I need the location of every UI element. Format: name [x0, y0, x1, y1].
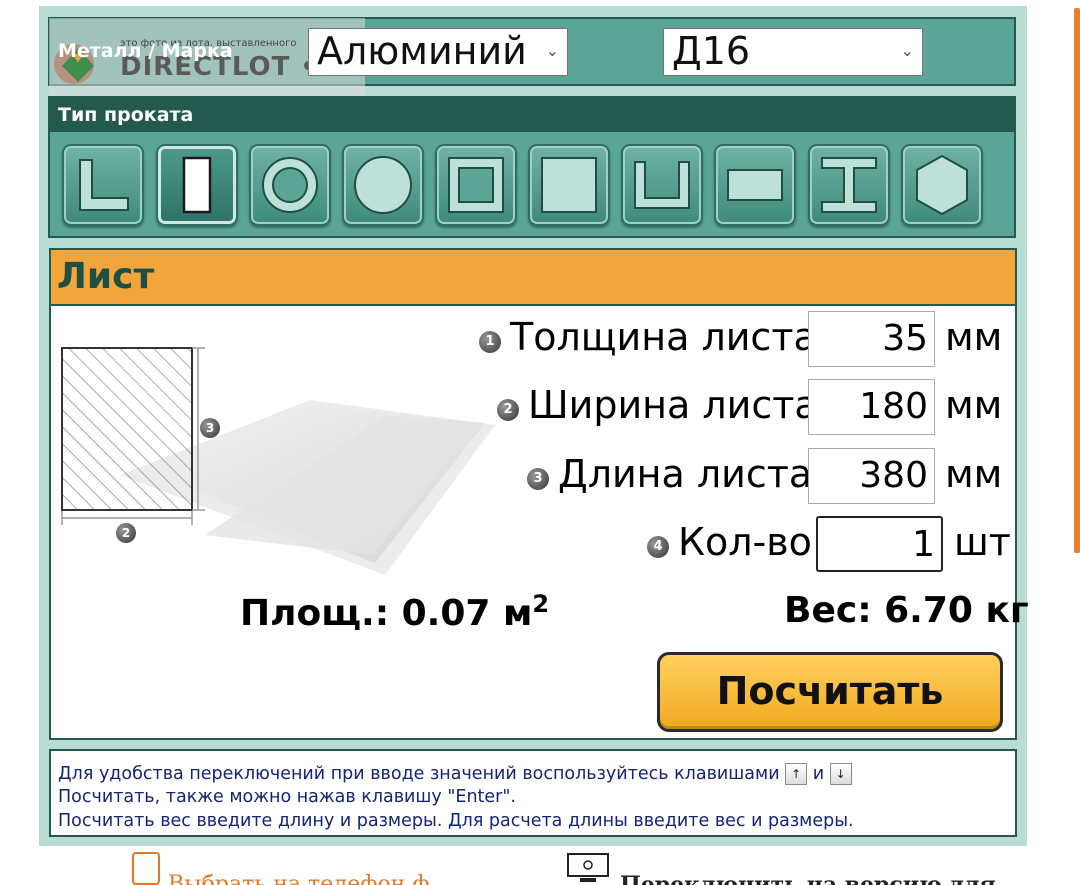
metal-select-value: Алюминий	[317, 29, 527, 73]
length-label: Длина листа	[558, 452, 813, 496]
length-input[interactable]: 380	[808, 448, 935, 504]
sheet-profile-icon	[182, 156, 212, 214]
profile-type-button-channel[interactable]	[621, 144, 703, 226]
footer-link-left[interactable]: Выбрать на телефон ф	[168, 872, 430, 885]
area-value: Площ.: 0.07 м	[240, 593, 533, 634]
profile-type-button-i-beam[interactable]	[808, 144, 890, 226]
width-unit: мм	[945, 383, 1003, 427]
thickness-badge: 1	[479, 331, 501, 353]
chevron-down-icon: ⌄	[545, 41, 559, 60]
flat-bar-profile-icon	[727, 169, 783, 201]
pipe-profile-icon	[262, 157, 318, 213]
profile-type-header: Тип проката	[50, 98, 1014, 132]
angle-profile-icon	[79, 159, 129, 211]
chevron-down-icon: ⌄	[900, 41, 914, 60]
help-line-1-text: Для удобства переключений при вводе знач…	[58, 764, 780, 784]
footer-link-right[interactable]: Переключить на версию для	[620, 872, 996, 885]
width-badge: 2	[497, 399, 519, 421]
width-label: Ширина листа	[528, 383, 818, 427]
sheet-diagram	[61, 347, 495, 575]
length-unit: мм	[945, 452, 1003, 496]
profile-type-button-flat-bar[interactable]	[714, 144, 796, 226]
square-tube-profile-icon	[448, 157, 504, 213]
profile-type-button-pipe[interactable]	[249, 144, 331, 226]
profile-type-button-round-bar[interactable]	[342, 144, 424, 226]
hexagon-profile-icon	[916, 154, 968, 216]
i-beam-profile-icon	[821, 157, 877, 213]
metal-grade-label: Металл / Марка	[58, 40, 233, 62]
diagram-length-badge: 3	[200, 418, 220, 438]
calculate-button[interactable]: Посчитать	[657, 652, 1003, 732]
app-root: это фото из лота, выставленного DIRECTLO…	[0, 0, 1080, 885]
profile-type-button-square-bar[interactable]	[528, 144, 610, 226]
thickness-input[interactable]: 35	[808, 311, 935, 367]
width-input[interactable]: 180	[808, 379, 935, 435]
metal-select[interactable]: Алюминий ⌄	[308, 28, 568, 76]
grade-select-value: Д16	[672, 29, 751, 73]
arrow-down-key-icon: ↓	[829, 763, 852, 785]
help-line-2: Посчитать, также можно нажав клавишу "En…	[58, 787, 516, 807]
scrollbar[interactable]	[1074, 8, 1080, 553]
thickness-unit: мм	[945, 315, 1003, 359]
quantity-badge: 4	[647, 536, 669, 558]
profile-type-button-sheet[interactable]	[156, 144, 238, 226]
profile-type-button-hexagon[interactable]	[901, 144, 983, 226]
quantity-input[interactable]: 1	[816, 516, 943, 572]
area-unit-exponent: 2	[532, 590, 550, 618]
phone-icon[interactable]	[132, 852, 160, 885]
round-bar-profile-icon	[354, 156, 412, 214]
channel-profile-icon	[634, 161, 690, 209]
calc-title: Лист	[57, 256, 155, 297]
profile-type-button-square-tube[interactable]	[435, 144, 517, 226]
quantity-unit: шт	[954, 520, 1011, 564]
sheet-cross-section	[61, 347, 193, 511]
area-result: Площ.: 0.07 м2	[240, 590, 549, 634]
length-badge: 3	[527, 468, 549, 490]
square-bar-profile-icon	[541, 157, 597, 213]
help-box: Для удобства переключений при вводе знач…	[49, 749, 1017, 837]
grade-select[interactable]: Д16 ⌄	[663, 28, 923, 76]
thickness-label: Толщина листа	[510, 315, 817, 359]
profile-type-button-angle[interactable]	[62, 144, 144, 226]
help-line-3: Посчитать вес введите длину и размеры. Д…	[58, 811, 854, 831]
help-line-1: Для удобства переключений при вводе знач…	[58, 763, 852, 785]
profile-type-title: Тип проката	[58, 104, 194, 126]
calc-header: Лист	[51, 250, 1015, 306]
help-and-text: и	[812, 764, 825, 784]
arrow-up-key-icon: ↑	[785, 763, 808, 785]
weight-result: Вес: 6.70 кг	[784, 590, 1029, 631]
diagram-width-badge: 2	[116, 523, 136, 543]
monitor-icon[interactable]	[566, 852, 610, 885]
quantity-label: Кол-во	[678, 520, 812, 564]
